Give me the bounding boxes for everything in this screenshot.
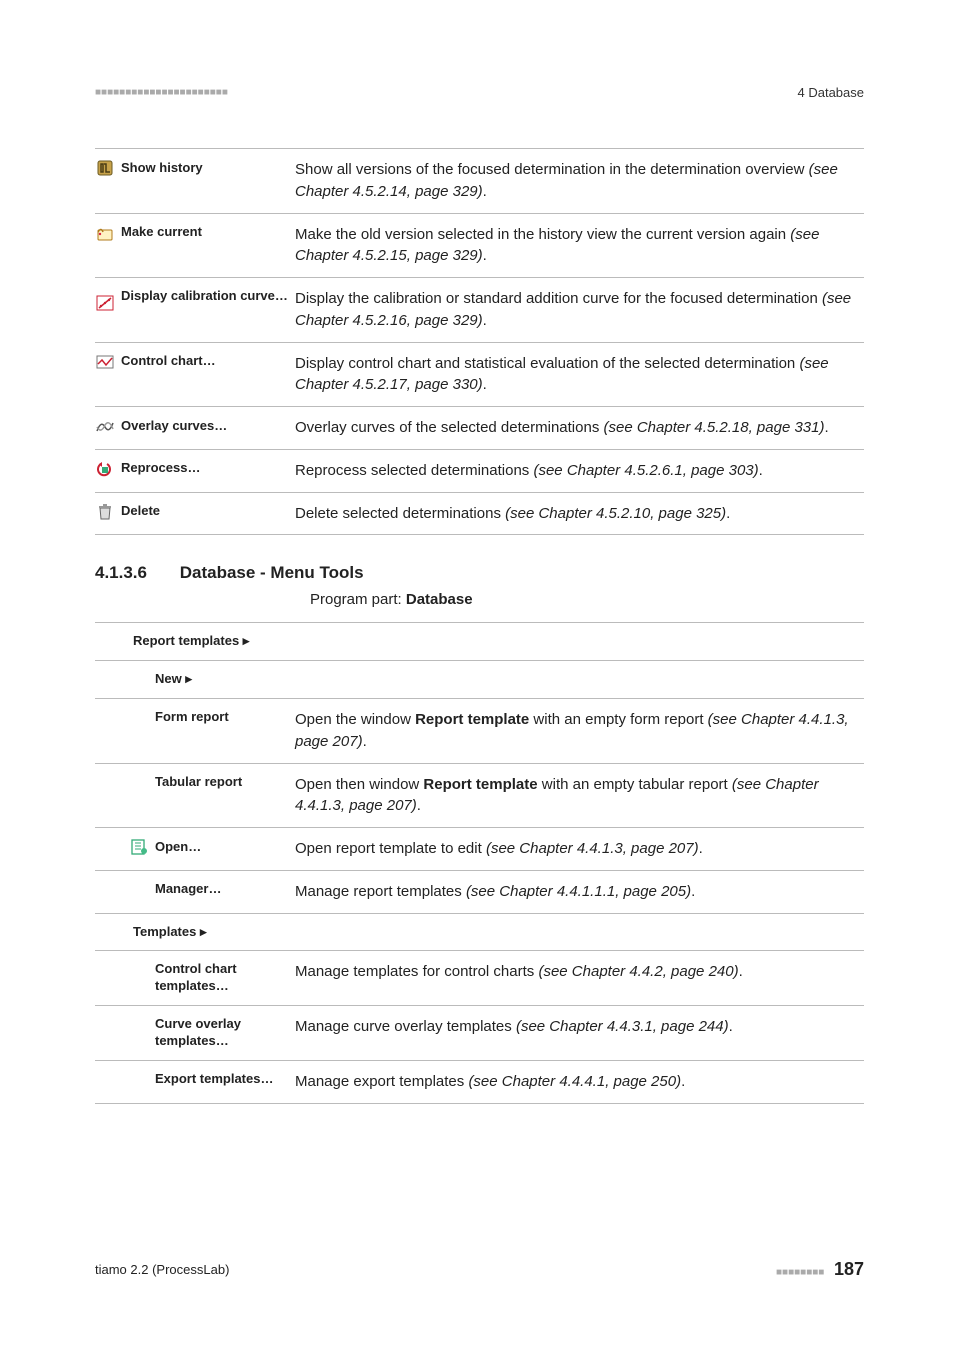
desc-export-templates: Manage export templates (see Chapter 4.4… bbox=[295, 1060, 864, 1103]
row-make-current: Make current Make the old version select… bbox=[95, 213, 864, 278]
open-icon bbox=[129, 838, 149, 856]
section-title: Database - Menu Tools bbox=[180, 563, 364, 582]
row-overlay-curves: Overlay curves… Overlay curves of the se… bbox=[95, 407, 864, 450]
row-delete: Delete Delete selected determinations (s… bbox=[95, 492, 864, 535]
page-header: ■■■■■■■■■■■■■■■■■■■■■■ 4 Database bbox=[95, 85, 864, 100]
row-open: Open… Open report template to edit (see … bbox=[95, 828, 864, 871]
label-open: Open… bbox=[155, 839, 201, 856]
page-footer: tiamo 2.2 (ProcessLab) ■■■■■■■■ 187 bbox=[95, 1259, 864, 1280]
label-manager: Manager… bbox=[155, 881, 221, 896]
desc-reprocess: Reprocess selected determinations (see C… bbox=[295, 449, 864, 492]
footer-page-number: 187 bbox=[834, 1259, 864, 1279]
label-export-templates: Export templates… bbox=[155, 1071, 273, 1086]
label-display-calibration: Display calibration curve… bbox=[121, 288, 288, 305]
program-part-line: Program part: Database bbox=[95, 591, 864, 608]
row-templates: Templates ▸ bbox=[95, 913, 864, 951]
row-control-chart: Control chart… Display control chart and… bbox=[95, 342, 864, 407]
section-number: 4.1.3.6 bbox=[95, 563, 147, 582]
delete-icon bbox=[95, 503, 115, 521]
row-display-calibration: Display calibration curve… Display the c… bbox=[95, 278, 864, 343]
make-current-icon bbox=[95, 224, 115, 242]
row-form-report: Form report Open the window Report templ… bbox=[95, 699, 864, 764]
header-dots-left: ■■■■■■■■■■■■■■■■■■■■■■ bbox=[95, 87, 228, 98]
row-reprocess: Reprocess… Reprocess selected determinat… bbox=[95, 449, 864, 492]
overlay-curves-icon bbox=[95, 417, 115, 435]
row-control-chart-templates: Control chart templates… Manage template… bbox=[95, 951, 864, 1006]
menu-items-table-1: Show history Show all versions of the fo… bbox=[95, 148, 864, 535]
label-overlay-curves: Overlay curves… bbox=[121, 418, 227, 435]
label-co-templates: Curve overlay templates… bbox=[155, 1016, 241, 1048]
desc-cc-templates: Manage templates for control charts (see… bbox=[295, 951, 864, 1006]
section-heading: 4.1.3.6 Database - Menu Tools bbox=[95, 563, 864, 583]
label-tabular-report: Tabular report bbox=[155, 774, 242, 789]
row-show-history: Show history Show all versions of the fo… bbox=[95, 149, 864, 214]
row-report-templates: Report templates ▸ bbox=[95, 623, 864, 661]
label-control-chart: Control chart… bbox=[121, 353, 216, 370]
row-export-templates: Export templates… Manage export template… bbox=[95, 1060, 864, 1103]
label-templates: Templates ▸ bbox=[133, 924, 206, 939]
desc-form-report: Open the window Report template with an … bbox=[295, 699, 864, 764]
row-curve-overlay-templates: Curve overlay templates… Manage curve ov… bbox=[95, 1006, 864, 1061]
label-report-templates: Report templates ▸ bbox=[133, 633, 249, 648]
reprocess-icon bbox=[95, 460, 115, 478]
desc-show-history: Show all versions of the focused determi… bbox=[295, 149, 864, 214]
row-new: New ▸ bbox=[95, 661, 864, 699]
label-form-report: Form report bbox=[155, 709, 229, 724]
desc-make-current: Make the old version selected in the his… bbox=[295, 213, 864, 278]
desc-co-templates: Manage curve overlay templates (see Chap… bbox=[295, 1006, 864, 1061]
desc-open: Open report template to edit (see Chapte… bbox=[295, 828, 864, 871]
row-manager: Manager… Manage report templates (see Ch… bbox=[95, 870, 864, 913]
label-delete: Delete bbox=[121, 503, 160, 520]
label-cc-templates: Control chart templates… bbox=[155, 961, 237, 993]
label-make-current: Make current bbox=[121, 224, 202, 241]
footer-product: tiamo 2.2 (ProcessLab) bbox=[95, 1262, 229, 1277]
label-show-history: Show history bbox=[121, 160, 203, 177]
desc-display-calibration: Display the calibration or standard addi… bbox=[295, 278, 864, 343]
label-new: New ▸ bbox=[155, 671, 192, 686]
history-icon bbox=[95, 159, 115, 177]
footer-dots: ■■■■■■■■ bbox=[776, 1267, 824, 1278]
header-chapter: 4 Database bbox=[798, 85, 865, 100]
footer-right: ■■■■■■■■ 187 bbox=[776, 1259, 864, 1280]
label-reprocess: Reprocess… bbox=[121, 460, 200, 477]
menu-items-table-2: Report templates ▸ New ▸ Form report Ope… bbox=[95, 622, 864, 1103]
control-chart-icon bbox=[95, 353, 115, 371]
desc-manager: Manage report templates (see Chapter 4.4… bbox=[295, 870, 864, 913]
calibration-curve-icon bbox=[95, 294, 115, 312]
desc-tabular-report: Open then window Report template with an… bbox=[295, 763, 864, 828]
row-tabular-report: Tabular report Open then window Report t… bbox=[95, 763, 864, 828]
desc-control-chart: Display control chart and statistical ev… bbox=[295, 342, 864, 407]
desc-delete: Delete selected determinations (see Chap… bbox=[295, 492, 864, 535]
desc-overlay-curves: Overlay curves of the selected determina… bbox=[295, 407, 864, 450]
